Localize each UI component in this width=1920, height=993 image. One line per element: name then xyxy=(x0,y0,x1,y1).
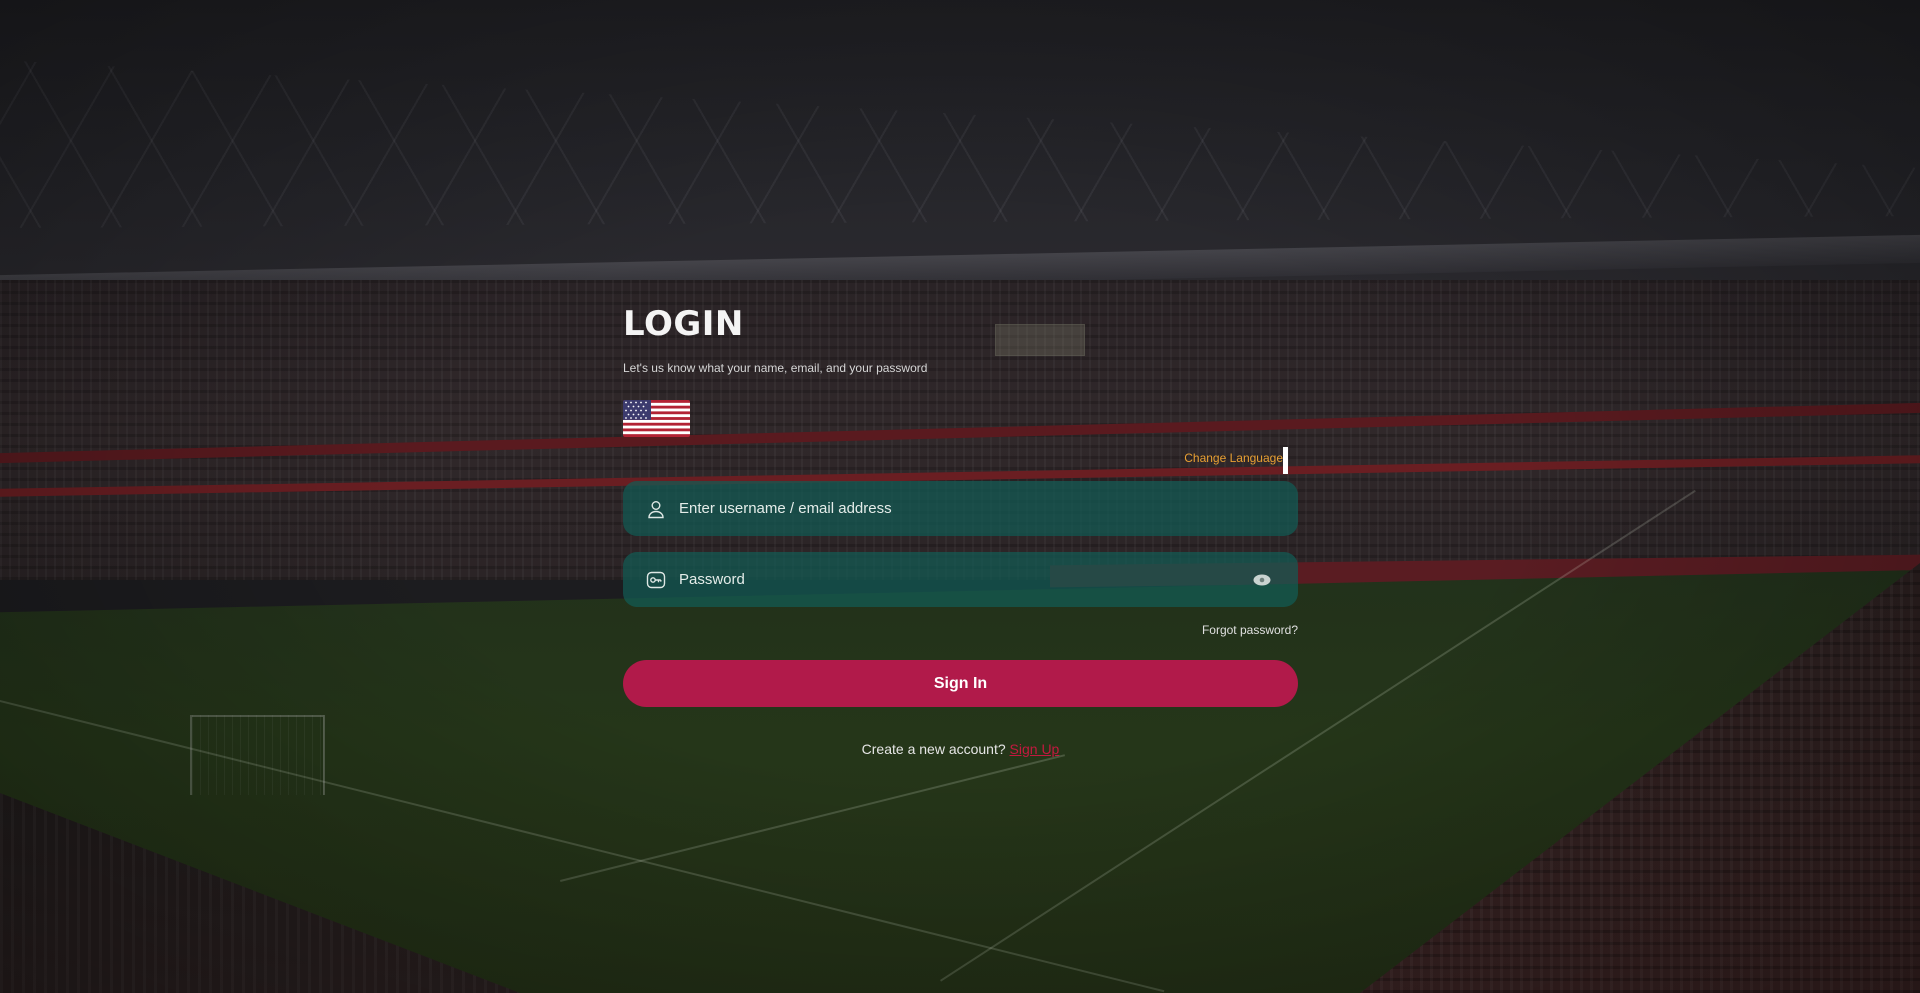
text-cursor xyxy=(1283,447,1288,474)
change-language-link[interactable]: Change Language xyxy=(1184,451,1283,465)
signup-prompt: Create a new account? xyxy=(861,741,1006,757)
language-row: Change Language xyxy=(623,441,1298,474)
eye-icon[interactable] xyxy=(1252,570,1272,590)
key-icon xyxy=(645,569,667,591)
sign-up-link[interactable]: Sign Up xyxy=(1010,741,1060,757)
username-input[interactable] xyxy=(679,481,1298,536)
page-subtitle: Let's us know what your name, email, and… xyxy=(623,361,928,375)
signup-row: Create a new account? Sign Up xyxy=(623,741,1298,757)
password-input[interactable] xyxy=(679,552,1252,607)
forgot-password-link[interactable]: Forgot password? xyxy=(623,623,1298,637)
login-panel: LOGIN Let's us know what your name, emai… xyxy=(623,300,1298,757)
password-field[interactable] xyxy=(623,552,1298,607)
sign-in-button[interactable]: Sign In xyxy=(623,660,1298,707)
page-title: LOGIN xyxy=(623,304,744,344)
username-field[interactable] xyxy=(623,481,1298,536)
us-flag-icon[interactable] xyxy=(623,400,690,437)
user-icon xyxy=(645,498,667,520)
